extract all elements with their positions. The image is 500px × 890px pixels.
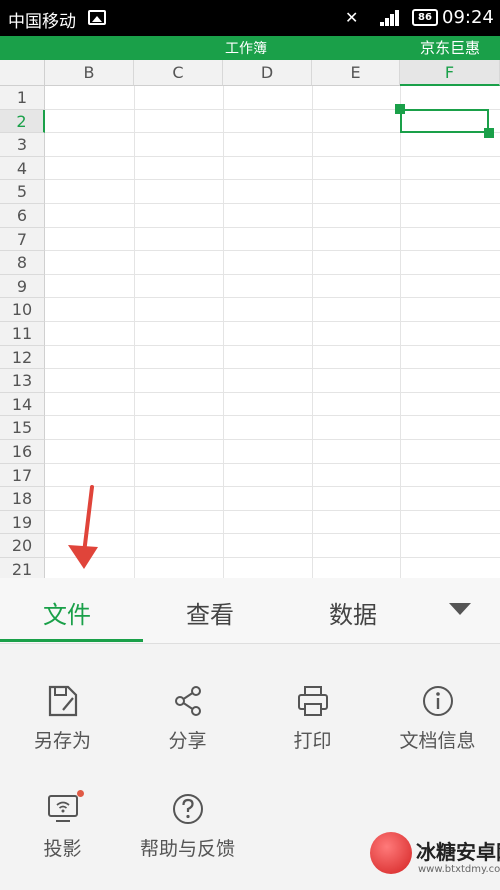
notification-dot — [77, 790, 84, 797]
projection-icon — [48, 795, 78, 822]
row-header[interactable]: 11 — [0, 322, 45, 346]
row-header[interactable]: 4 — [0, 156, 45, 181]
mute-icon: ✕ — [345, 8, 359, 27]
selected-cell[interactable] — [400, 109, 489, 133]
row-header[interactable]: 8 — [0, 251, 45, 275]
save-as-label: 另存为 — [33, 730, 91, 752]
help-feedback-button[interactable]: 帮助与反馈 — [125, 792, 250, 890]
clock: 09:24 — [442, 7, 494, 28]
column-header[interactable]: E — [312, 60, 400, 86]
grid-column-line — [223, 86, 224, 578]
share-button[interactable]: 分享 — [125, 684, 250, 784]
row-header[interactable]: 1 — [0, 86, 45, 110]
share-icon — [175, 686, 201, 716]
column-header-selected[interactable]: F — [400, 60, 500, 86]
tab-file[interactable]: 文件 — [43, 595, 91, 630]
grid-row-line — [45, 557, 500, 558]
ribbon-tab-bar: 文件 查看 数据 — [0, 578, 500, 644]
watermark-logo-icon — [370, 832, 412, 874]
selection-handle-top-left[interactable] — [395, 104, 405, 114]
column-header[interactable]: B — [45, 60, 134, 86]
grid-row-line — [45, 368, 500, 370]
help-feedback-label: 帮助与反馈 — [139, 838, 235, 860]
column-header[interactable]: D — [223, 60, 312, 86]
image-notification-icon — [88, 10, 106, 25]
document-info-button[interactable]: 文档信息 — [375, 684, 500, 784]
row-header[interactable]: 6 — [0, 204, 45, 228]
grid-row-line — [45, 321, 500, 322]
grid-row-line — [45, 415, 500, 417]
grid-row-line — [45, 391, 500, 393]
row-header[interactable]: 7 — [0, 227, 45, 252]
projection-button[interactable]: 投影 — [0, 790, 125, 890]
save-as-icon — [48, 685, 78, 717]
row-header[interactable]: 9 — [0, 274, 45, 299]
signal-icon — [380, 10, 402, 26]
row-header[interactable]: 20 — [0, 534, 45, 558]
save-as-button[interactable]: 另存为 — [0, 684, 125, 784]
grid-row-line — [45, 155, 500, 157]
promo-link[interactable]: 京东巨惠 — [420, 37, 480, 58]
grid-row-line — [45, 226, 500, 228]
expand-tabs-icon[interactable] — [449, 603, 471, 615]
grid-column-line — [400, 86, 401, 578]
selection-handle-bottom-right[interactable] — [484, 128, 494, 138]
battery-icon: 86 — [412, 9, 438, 26]
grid-column-line — [312, 86, 313, 578]
print-label: 打印 — [293, 730, 332, 752]
print-icon — [298, 686, 328, 716]
row-header[interactable]: 14 — [0, 392, 45, 417]
tab-view[interactable]: 查看 — [186, 595, 234, 630]
grid-row-line — [45, 344, 500, 346]
grid-row-line — [45, 486, 500, 488]
grid-row-line — [45, 533, 500, 535]
print-button[interactable]: 打印 — [250, 684, 375, 784]
row-header[interactable]: 15 — [0, 416, 45, 440]
row-header[interactable]: 2 — [0, 109, 45, 134]
row-header[interactable]: 17 — [0, 463, 45, 488]
share-label: 分享 — [168, 730, 207, 752]
row-header[interactable]: 3 — [0, 133, 45, 157]
info-icon — [423, 686, 453, 716]
watermark-name: 冰糖安卓网 — [416, 840, 500, 864]
tab-data[interactable]: 数据 — [329, 595, 377, 630]
grid-row-line — [45, 439, 500, 440]
row-header[interactable]: 16 — [0, 440, 45, 464]
annotation-arrow — [68, 485, 98, 569]
watermark-url: www.btxtdmy.com — [418, 864, 500, 875]
grid-row-line — [45, 462, 500, 464]
carrier-name: 中国移动 — [8, 12, 76, 32]
active-tab-indicator — [0, 639, 143, 642]
grid-row-line — [45, 509, 500, 511]
help-icon — [173, 794, 203, 824]
grid-row-line — [45, 203, 500, 204]
document-info-label: 文档信息 — [399, 730, 476, 752]
row-header[interactable]: 13 — [0, 369, 45, 393]
watermark: 冰糖安卓网 www.btxtdmy.com — [370, 830, 500, 890]
grid-row-line — [45, 273, 500, 275]
select-all-corner[interactable] — [0, 60, 45, 86]
row-header[interactable]: 19 — [0, 510, 45, 535]
grid-row-line — [45, 297, 500, 299]
row-header[interactable]: 21 — [0, 558, 45, 578]
title-bar: 工作簿 京东巨惠 — [0, 36, 500, 60]
projection-label: 投影 — [43, 838, 82, 860]
document-title[interactable]: 工作簿 — [225, 38, 267, 58]
row-header[interactable]: 10 — [0, 298, 45, 322]
grid-row-line — [45, 179, 500, 181]
row-header[interactable]: 5 — [0, 180, 45, 204]
row-header[interactable]: 18 — [0, 487, 45, 511]
status-bar: 中国移动 ✕ 86 09:24 — [0, 0, 500, 36]
column-header[interactable]: C — [134, 60, 223, 86]
grid-row-line — [45, 250, 500, 252]
row-header[interactable]: 12 — [0, 345, 45, 370]
grid-column-line — [134, 86, 135, 578]
